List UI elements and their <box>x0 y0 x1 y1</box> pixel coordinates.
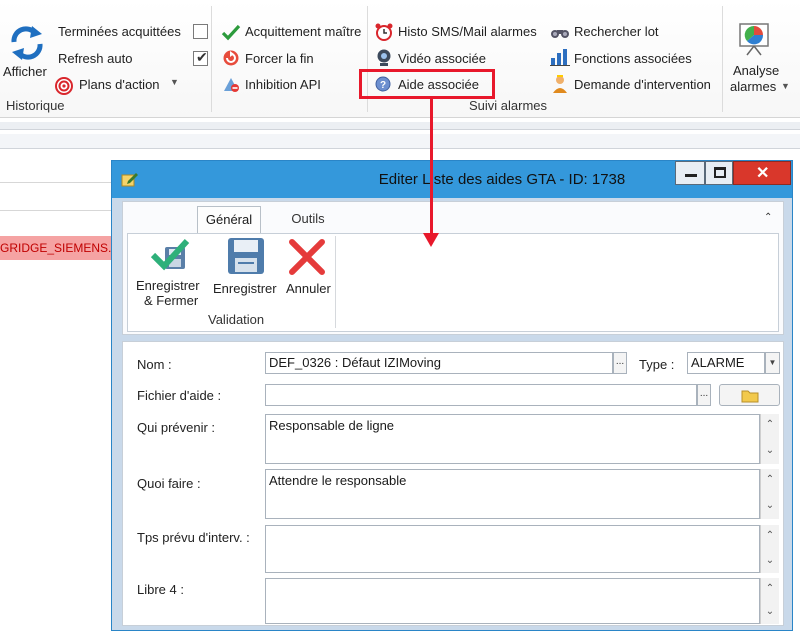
save-close-label-2[interactable]: & Fermer <box>144 294 198 308</box>
terminees-acquittees-checkbox[interactable] <box>193 24 208 39</box>
collapse-ribbon-icon[interactable]: ⌃ <box>764 212 772 223</box>
histo-sms-mail-button[interactable]: Histo SMS/Mail alarmes <box>398 24 537 39</box>
background-row-divider <box>0 182 112 183</box>
annotation-arrow-head <box>423 233 439 247</box>
fichier-browse-button[interactable]: ... <box>697 384 711 406</box>
floppy-disk-icon[interactable] <box>226 236 266 279</box>
chevron-down-icon[interactable]: ▼ <box>170 77 179 87</box>
libre-4-label: Libre 4 : <box>137 582 184 597</box>
chevron-down-icon[interactable]: ▼ <box>781 81 790 91</box>
main-ribbon: Afficher Terminées acquittées Refresh au… <box>0 0 800 118</box>
nom-browse-button[interactable]: ... <box>613 352 627 374</box>
quoi-faire-scrollbar[interactable]: ⌃ ⌄ <box>760 469 779 519</box>
suivi-alarmes-group-label: Suivi alarmes <box>469 98 548 113</box>
dialog-titlebar[interactable]: Editer Liste des aides GTA - ID: 1738 ✕ <box>112 161 792 198</box>
cancel-x-icon[interactable] <box>288 238 326 279</box>
background-row-divider <box>0 210 112 211</box>
aide-associee-highlight <box>359 69 495 99</box>
ribbon-separator <box>211 6 212 112</box>
close-button[interactable]: ✕ <box>733 161 791 185</box>
type-label: Type : <box>639 357 675 372</box>
webcam-icon <box>375 48 393 71</box>
binoculars-icon <box>550 24 570 43</box>
terminees-acquittees-label: Terminées acquittées <box>58 24 181 39</box>
scroll-down-icon[interactable]: ⌄ <box>762 604 778 620</box>
cancel-label[interactable]: Annuler <box>286 282 331 296</box>
scroll-down-icon[interactable]: ⌄ <box>762 498 778 514</box>
rechercher-lot-button[interactable]: Rechercher lot <box>574 24 659 39</box>
scroll-up-icon[interactable]: ⌃ <box>762 581 778 597</box>
dialog-ribbon: Général Outils ⌃ Enregistrer & Fermer En… <box>122 201 784 335</box>
close-icon: ✕ <box>756 165 770 182</box>
open-folder-button[interactable] <box>719 384 780 406</box>
forcer-la-fin-button[interactable]: Forcer la fin <box>245 51 314 66</box>
historique-group-label: Historique <box>6 98 65 113</box>
background-header <box>0 134 800 149</box>
refresh-auto-label: Refresh auto <box>58 51 133 66</box>
alarmes-label[interactable]: alarmes <box>730 79 776 94</box>
quoi-faire-label: Quoi faire : <box>137 476 201 491</box>
ribbon-separator <box>722 6 723 112</box>
fichier-aide-label: Fichier d'aide : <box>137 388 222 403</box>
alarm-clock-icon <box>374 22 394 45</box>
general-tab-panel: Enregistrer & Fermer Enregistrer Annuler… <box>127 233 779 332</box>
save-close-label-1[interactable]: Enregistrer <box>136 279 200 293</box>
plans-action-button[interactable]: Plans d'action <box>79 77 160 92</box>
maximize-button[interactable] <box>705 161 733 185</box>
libre-4-field[interactable] <box>265 578 760 624</box>
refresh-auto-checkbox[interactable]: ✔ <box>193 49 208 66</box>
save-close-icon[interactable] <box>150 237 193 276</box>
type-dropdown-button[interactable]: ▼ <box>765 352 780 374</box>
scroll-up-icon[interactable]: ⌃ <box>762 417 778 433</box>
tps-prevu-scrollbar[interactable]: ⌃ ⌄ <box>760 525 779 573</box>
target-icon <box>55 77 73 98</box>
checkmark-icon <box>221 23 241 44</box>
qui-prevenir-scrollbar[interactable]: ⌃ ⌄ <box>760 414 779 464</box>
scroll-down-icon[interactable]: ⌄ <box>762 443 778 459</box>
force-end-icon <box>222 49 240 70</box>
maximize-icon <box>714 167 726 178</box>
tps-prevu-label: Tps prévu d'interv. : <box>137 530 250 545</box>
scroll-down-icon[interactable]: ⌄ <box>762 553 778 569</box>
scroll-up-icon[interactable]: ⌃ <box>762 472 778 488</box>
quoi-faire-field[interactable]: Attendre le responsable <box>265 469 760 519</box>
video-associee-button[interactable]: Vidéo associée <box>398 51 486 66</box>
fichier-aide-field[interactable] <box>265 384 697 406</box>
minimize-icon <box>685 174 697 177</box>
libre-4-scrollbar[interactable]: ⌃ ⌄ <box>760 578 779 624</box>
help-form: Nom : DEF_0326 : Défaut IZIMoving ... Ty… <box>122 341 784 626</box>
background-list <box>0 150 112 631</box>
group-separator <box>335 236 336 328</box>
analysis-chart-icon[interactable] <box>737 22 771 59</box>
check-icon: ✔ <box>196 49 208 65</box>
scroll-up-icon[interactable]: ⌃ <box>762 528 778 544</box>
inhibition-api-button[interactable]: Inhibition API <box>245 77 321 92</box>
nom-field[interactable]: DEF_0326 : Défaut IZIMoving <box>265 352 613 374</box>
tps-prevu-field[interactable] <box>265 525 760 573</box>
annotation-arrow-line <box>430 99 433 237</box>
demande-intervention-button[interactable]: Demande d'intervention <box>574 77 711 92</box>
nom-label: Nom : <box>137 357 172 372</box>
folder-icon <box>741 390 759 403</box>
validation-group-label: Validation <box>208 312 265 327</box>
refresh-arrows-icon[interactable] <box>8 24 46 65</box>
save-label[interactable]: Enregistrer <box>213 282 277 296</box>
type-select[interactable]: ALARME <box>687 352 765 374</box>
edit-help-dialog: Editer Liste des aides GTA - ID: 1738 ✕ … <box>111 160 793 631</box>
minimize-button[interactable] <box>675 161 705 185</box>
alarm-row[interactable]: GRIDGE_SIEMENS.D <box>0 236 112 260</box>
analyse-label[interactable]: Analyse <box>733 63 779 78</box>
qui-prevenir-field[interactable]: Responsable de ligne <box>265 414 760 464</box>
bar-chart-icon <box>550 48 570 69</box>
afficher-button[interactable]: Afficher <box>3 64 47 79</box>
technician-icon <box>550 74 570 97</box>
inhibition-icon <box>222 75 240 96</box>
acquittement-maitre-button[interactable]: Acquittement maître <box>245 24 361 39</box>
qui-prevenir-label: Qui prévenir : <box>137 420 216 435</box>
fonctions-associees-button[interactable]: Fonctions associées <box>574 51 692 66</box>
tab-outils[interactable]: Outils <box>283 206 333 234</box>
tab-general[interactable]: Général <box>197 206 261 234</box>
background-toolbar <box>0 122 800 130</box>
